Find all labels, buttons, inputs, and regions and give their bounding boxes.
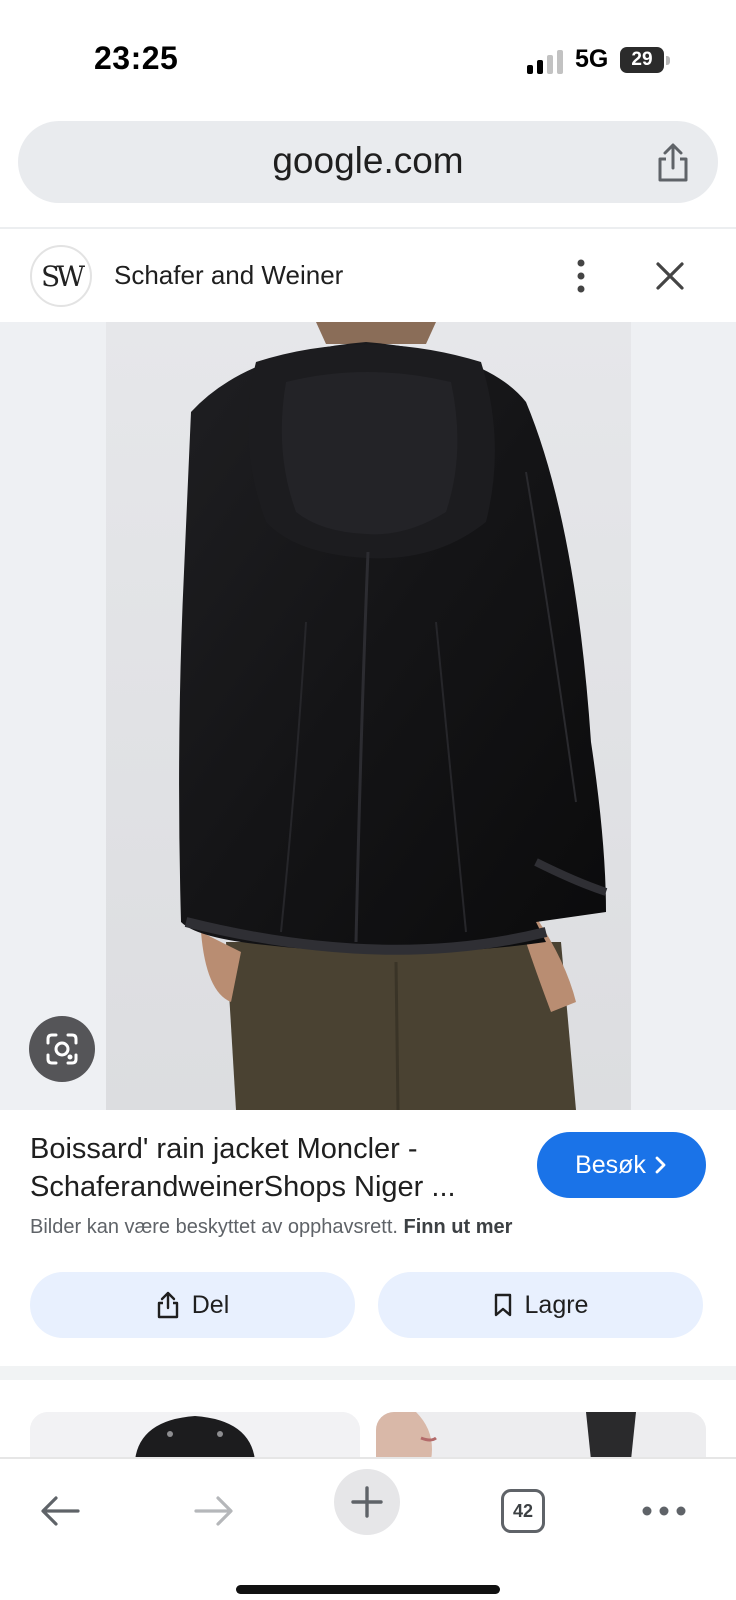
result-title-line1: Boissard' rain jacket Moncler - xyxy=(30,1133,418,1165)
related-image[interactable] xyxy=(376,1412,706,1460)
tabs-button[interactable]: 42 xyxy=(498,1481,548,1541)
image-preview[interactable] xyxy=(0,322,736,1110)
tab-count: 42 xyxy=(512,1500,534,1521)
more-horiz-icon xyxy=(642,1506,686,1516)
save-button[interactable]: Lagre xyxy=(378,1272,703,1338)
network-type: 5G xyxy=(575,45,609,73)
address-domain[interactable]: google.com xyxy=(18,140,718,182)
battery-icon: 29 xyxy=(620,47,664,73)
visit-button-label: Besøk xyxy=(575,1150,646,1179)
source-logo[interactable]: SW xyxy=(30,245,92,307)
copyright-notice: Bilder kan være beskyttet av opphavsrett… xyxy=(30,1216,512,1239)
save-button-label: Lagre xyxy=(524,1290,589,1319)
section-divider xyxy=(0,1366,736,1380)
forward-button[interactable] xyxy=(184,1481,244,1541)
bottom-toolbar: 42 xyxy=(0,1457,736,1600)
more-vert-icon[interactable] xyxy=(566,256,596,296)
source-header: SW Schafer and Weiner xyxy=(0,230,736,322)
result-title-line2: SchaferandweinerShops Niger ... xyxy=(30,1171,456,1203)
source-name[interactable]: Schafer and Weiner xyxy=(114,260,343,291)
share-icon xyxy=(157,1291,178,1319)
tabs-icon: 42 xyxy=(501,1489,545,1533)
related-image[interactable] xyxy=(30,1412,360,1460)
back-arrow-icon xyxy=(41,1496,80,1526)
status-bar: 23:25 5G 29 xyxy=(0,0,736,110)
battery-tip xyxy=(666,56,670,65)
divider xyxy=(0,227,736,229)
share-button[interactable]: Del xyxy=(30,1272,355,1338)
google-lens-icon[interactable] xyxy=(29,1016,95,1082)
new-tab-button[interactable] xyxy=(334,1469,400,1535)
battery-level: 29 xyxy=(631,49,653,70)
chevron-right-icon xyxy=(655,1156,666,1174)
copyright-text: Bilder kan være beskyttet av opphavsrett… xyxy=(30,1216,398,1238)
menu-button[interactable] xyxy=(636,1481,692,1541)
signal-icon xyxy=(527,50,563,74)
product-image[interactable] xyxy=(106,322,631,1110)
address-bar[interactable]: google.com xyxy=(18,121,718,203)
home-indicator[interactable] xyxy=(236,1585,500,1594)
status-time: 23:25 xyxy=(94,40,179,76)
plus-icon xyxy=(351,1486,383,1518)
source-logo-text: SW xyxy=(41,259,85,293)
forward-arrow-icon xyxy=(194,1496,233,1526)
back-button[interactable] xyxy=(30,1481,90,1541)
share-button-label: Del xyxy=(191,1290,230,1319)
result-title[interactable]: Boissard' rain jacket Moncler - Schafera… xyxy=(30,1130,500,1206)
close-icon[interactable] xyxy=(652,258,688,294)
bookmark-icon xyxy=(494,1293,511,1317)
share-icon[interactable] xyxy=(654,142,692,184)
learn-more-link[interactable]: Finn ut mer xyxy=(404,1216,513,1238)
visit-button[interactable]: Besøk xyxy=(537,1132,706,1198)
